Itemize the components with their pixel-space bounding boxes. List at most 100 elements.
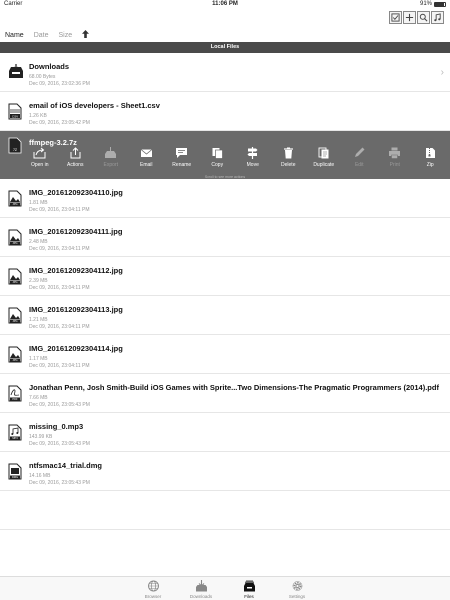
svg-text:JPG: JPG [12,319,17,323]
jpg-file-icon: JPG [8,346,22,363]
svg-text:JPG: JPG [12,358,17,362]
file-date: Dec 09, 2016, 23:05:43 PM [29,402,90,408]
file-date: Dec 09, 2016, 23:02:36 PM [29,81,90,87]
file-name: Jonathan Penn, Josh Smith-Build iOS Game… [29,383,439,392]
dmg-file-icon: DMG [8,463,22,480]
up-arrow-icon[interactable] [82,30,90,40]
copy-icon [212,148,223,159]
tab-settings[interactable]: Settings [279,577,315,600]
printer-icon [389,147,401,159]
file-date: Dec 09, 2016, 23:04:11 PM [29,246,90,252]
list-item-empty [0,491,450,530]
file-date: Dec 09, 2016, 23:05:42 PM [29,120,90,126]
files-tray-icon [243,580,255,592]
file-name: IMG_201612092304111.jpg [29,227,123,236]
mail-icon [140,149,153,157]
file-size: 14.16 MB [29,473,51,479]
status-bar: Carrier 11:06 PM 91% [0,0,450,10]
list-item-file[interactable]: JPG IMG_201612092304112.jpg 2.39 MB Dec … [0,257,450,296]
trash-icon [283,147,293,159]
action-label: Duplicate [313,162,335,168]
folder-tray-icon [8,64,23,81]
chevron-right-icon: › [440,67,444,78]
music-icon[interactable] [431,11,444,24]
file-date: Dec 09, 2016, 23:04:11 PM [29,324,90,330]
action-delete[interactable]: Delete [271,147,307,177]
action-edit[interactable]: Edit [342,147,378,177]
list-item-file[interactable]: CSV email of iOS developers - Sheet1.csv… [0,92,450,131]
tab-bar: Browser Downloads Files Settings [0,576,450,600]
duplicate-icon [318,147,329,159]
action-label: Export [103,162,118,168]
svg-text:JPG: JPG [12,241,17,245]
search-icon[interactable] [417,11,430,24]
sort-by-name[interactable]: Name [5,32,24,39]
action-email[interactable]: Email [129,147,165,177]
action-rename[interactable]: Rename [164,147,200,177]
jpg-file-icon: JPG [8,229,22,246]
gear-icon [292,581,302,591]
file-size: 68.00 Bytes [29,74,56,80]
mp3-file-icon: MP3 [8,424,22,441]
tab-files[interactable]: Files [231,577,267,600]
file-name: ntfsmac14_trial.dmg [29,461,102,470]
svg-text:DMG: DMG [12,475,18,479]
file-list: Downloads 68.00 Bytes Dec 09, 2016, 23:0… [0,53,450,530]
list-item-file[interactable]: JPG IMG_201612092304114.jpg 1.17 MB Dec … [0,335,450,374]
pencil-icon [354,147,365,157]
tab-label: Settings [288,594,306,599]
list-item-file[interactable]: MP3 missing_0.mp3 143.99 KB Dec 09, 2016… [0,413,450,452]
action-open-in[interactable]: Open in [22,147,58,177]
action-label: Actions [67,162,84,168]
action-label: Email [139,162,153,168]
action-duplicate[interactable]: Duplicate [306,147,342,177]
action-export[interactable]: Export [93,147,129,177]
file-name: IMG_201612092304114.jpg [29,344,123,353]
rename-bubble-icon [176,148,188,158]
action-zip[interactable]: Zip [413,147,449,177]
action-print[interactable]: Print [377,147,413,177]
svg-text:MP3: MP3 [12,436,18,440]
zip-icon [425,148,435,158]
jpg-file-icon: JPG [8,268,22,285]
action-actions[interactable]: Actions [58,147,94,177]
list-item-file[interactable]: JPG IMG_201612092304113.jpg 1.21 MB Dec … [0,296,450,335]
toolbar [389,11,444,25]
select-check-icon[interactable] [389,11,402,24]
sort-by-size[interactable]: Size [58,32,72,39]
file-size: 1.17 MB [29,356,48,362]
action-copy[interactable]: Copy [200,147,236,177]
action-label: Zip [426,162,434,168]
list-item-file[interactable]: JPG IMG_201612092304111.jpg 2.48 MB Dec … [0,218,450,257]
file-actions-bar: Open in Actions Export Email Rename Copy [22,147,450,177]
list-item-file[interactable]: DMG ntfsmac14_trial.dmg 14.16 MB Dec 09,… [0,452,450,491]
list-item-file[interactable]: PDF Jonathan Penn, Josh Smith-Build iOS … [0,374,450,413]
list-item-file-selected[interactable]: 7Z ffmpeg-3.2.7z Open in Actions Export … [0,131,450,179]
svg-text:PDF: PDF [12,397,18,401]
file-date: Dec 09, 2016, 23:04:11 PM [29,207,90,213]
move-signpost-icon [247,147,258,159]
list-item-folder[interactable]: Downloads 68.00 Bytes Dec 09, 2016, 23:0… [0,53,450,92]
file-size: 1.26 KB [29,113,47,119]
file-size: 1.21 MB [29,317,48,323]
action-label: Rename [172,162,192,168]
7z-file-icon: 7Z [8,137,22,154]
action-label: Edit [354,162,364,168]
file-date: Dec 09, 2016, 23:05:43 PM [29,480,90,486]
action-label: Delete [281,162,296,168]
battery-icon [434,1,446,7]
list-item-file[interactable]: JPG IMG_201612092304110.jpg 1.81 MB Dec … [0,179,450,218]
file-size: 2.39 MB [29,278,48,284]
file-date: Dec 09, 2016, 23:04:11 PM [29,363,90,369]
action-move[interactable]: Move [235,147,271,177]
action-label: Copy [211,162,224,168]
tab-browser[interactable]: Browser [135,577,171,600]
svg-text:JPG: JPG [12,202,17,206]
add-icon[interactable] [403,11,416,24]
file-size: 2.48 MB [29,239,48,245]
sort-by-date[interactable]: Date [34,32,49,39]
action-label: Open in [30,162,49,168]
globe-icon [147,580,159,592]
svg-text:CSV: CSV [12,114,18,118]
tab-downloads[interactable]: Downloads [183,577,219,600]
